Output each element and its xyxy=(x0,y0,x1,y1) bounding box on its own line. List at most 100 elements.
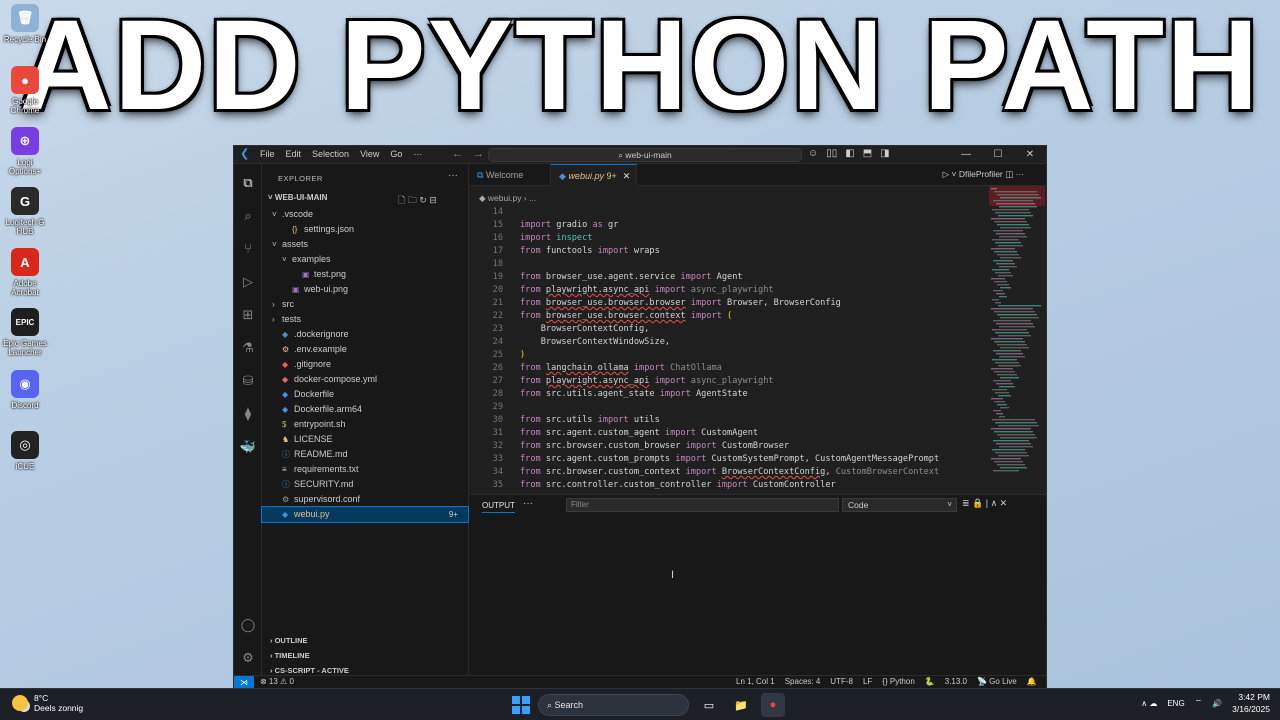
status-item[interactable]: 🐍 xyxy=(925,677,935,686)
status-item[interactable]: 3.13.0 xyxy=(945,677,967,686)
status-item[interactable]: 🔔 xyxy=(1027,677,1037,686)
toggle-sidebar-icon[interactable]: ◧ xyxy=(845,148,854,159)
file-tree-item[interactable]: ˅ examples xyxy=(262,252,468,267)
volume-icon[interactable]: 🔊 xyxy=(1212,699,1222,708)
menu-item[interactable]: View xyxy=(360,149,379,159)
file-tree-item[interactable]: ♞ LICENSE xyxy=(262,432,468,447)
file-tree-item[interactable]: › tests xyxy=(262,312,468,327)
desktop-icon[interactable]: ● Google Chrome xyxy=(2,66,48,115)
code-view[interactable]: 14 15 import gradio as gr 16 import inspect 1… xyxy=(469,206,989,492)
back-arrow-icon[interactable]: ← xyxy=(452,148,463,160)
testing-icon[interactable]: ⚗ xyxy=(239,339,257,357)
explorer-more-icon[interactable]: ··· xyxy=(448,170,458,181)
menu-item[interactable]: Selection xyxy=(312,149,349,159)
tab-welcome[interactable]: ⧉ Welcome xyxy=(469,164,551,186)
file-tree-item[interactable]: ▣ web-ui.png xyxy=(262,282,468,297)
desktop-icon[interactable]: ⊕ Logi Options+ xyxy=(2,127,48,176)
layers-icon[interactable]: ⧫ xyxy=(239,405,257,423)
clock[interactable]: 3:42 PM 3/16/2025 xyxy=(1232,691,1270,715)
account-icon[interactable]: ◯ xyxy=(239,616,257,634)
file-tree-item[interactable]: ◆ .gitignore xyxy=(262,357,468,372)
menu-item[interactable]: Go xyxy=(390,149,402,159)
tab-output[interactable]: OUTPUT xyxy=(482,501,515,513)
taskbar-search[interactable]: ⌕ Search xyxy=(538,694,689,716)
panel-toolbar[interactable]: ≣ 🔒 | ∧ ✕ xyxy=(962,498,1007,509)
file-tree-item[interactable]: ◆ .dockerignore xyxy=(262,327,468,342)
status-item[interactable]: Ln 1, Col 1 xyxy=(736,677,775,686)
panel-more-icon[interactable]: ··· xyxy=(523,498,533,509)
weather-widget[interactable]: 8°C Deels zonnig xyxy=(12,693,83,713)
start-button[interactable] xyxy=(512,696,530,714)
layout-icon[interactable]: ▯▯ xyxy=(826,148,837,159)
chrome-icon[interactable]: ● xyxy=(761,693,785,717)
settings-gear-icon[interactable]: ⚙ xyxy=(239,649,257,667)
sidebar-section[interactable]: › TIMELINE xyxy=(262,648,468,663)
desktop-icon[interactable]: 🗑 Recycle Bin xyxy=(2,4,48,44)
file-tree-item[interactable]: ◆ Dockerfile xyxy=(262,387,468,402)
status-item[interactable]: LF xyxy=(863,677,872,686)
tab-actions[interactable]: ▷ ˅ DfileProfiler ◫ ··· xyxy=(943,169,1024,180)
toggle-panel-icon[interactable]: ⬒ xyxy=(863,148,872,159)
file-tree-item[interactable]: ⓘ SECURITY.md xyxy=(262,477,468,492)
file-type-icon: ◆ xyxy=(282,510,289,519)
sidebar-section[interactable]: › OUTLINE xyxy=(262,633,468,648)
file-tree-item[interactable]: ⚙ .env.example xyxy=(262,342,468,357)
run-debug-icon[interactable]: ▷ xyxy=(239,273,257,291)
file-tree-item[interactable]: ◆ docker-compose.yml xyxy=(262,372,468,387)
minimap-line xyxy=(994,191,1037,193)
explorer-icon[interactable]: ⧉ xyxy=(239,174,257,192)
breadcrumb[interactable]: ◆ webui.py › ... xyxy=(479,193,536,204)
file-tree-item[interactable]: ≡ requirements.txt xyxy=(262,462,468,477)
window-controls: — ☐ ✕ xyxy=(950,146,1046,164)
file-tree-item[interactable]: ˅ assets xyxy=(262,237,468,252)
desktop-icon[interactable]: EPIC Epic Games Launcher xyxy=(2,308,48,357)
command-center[interactable]: ⌕ web-ui-main xyxy=(488,148,802,162)
file-tree-item[interactable]: ◆ webui.py 9+ xyxy=(261,506,469,523)
status-item[interactable]: UTF-8 xyxy=(830,677,853,686)
problems-count[interactable]: ⊗ 13 ⚠ 0 xyxy=(260,677,294,686)
task-view-icon[interactable]: ▭ xyxy=(697,693,721,717)
minimap[interactable] xyxy=(989,186,1045,490)
tab-webui-py[interactable]: ◆ webui.py 9+ ✕ xyxy=(551,164,637,186)
file-tree-item[interactable]: {} settings.json xyxy=(262,222,468,237)
line-number: 33 xyxy=(492,454,503,464)
maximize-button[interactable]: ☐ xyxy=(982,146,1014,164)
desktop-icon[interactable]: ◉ Discord xyxy=(2,370,48,410)
source-control-icon[interactable]: ⑂ xyxy=(239,240,257,258)
extensions-icon[interactable]: ⊞ xyxy=(239,306,257,324)
status-item[interactable]: {} Python xyxy=(882,677,914,686)
output-filter-input[interactable]: Filter xyxy=(566,498,839,512)
search-icon[interactable]: ⌕ xyxy=(239,207,257,225)
network-icon[interactable]: ⌔ xyxy=(1195,698,1203,708)
file-tree-item[interactable]: ⓘ README.md xyxy=(262,447,468,462)
database-icon[interactable]: ⛁ xyxy=(239,372,257,390)
menu-item[interactable]: File xyxy=(260,149,275,159)
minimap-line xyxy=(996,233,1025,235)
file-explorer-icon[interactable]: 📁 xyxy=(729,693,753,717)
desktop-icon[interactable]: A Adobe Acrobat xyxy=(2,248,48,297)
file-tree-item[interactable]: ◆ Dockerfile.arm64 xyxy=(262,402,468,417)
docker-icon[interactable]: 🐳 xyxy=(239,438,257,456)
menu-item[interactable]: ··· xyxy=(413,149,422,159)
file-tree-item[interactable]: $ entrypoint.sh xyxy=(262,417,468,432)
forward-arrow-icon[interactable]: → xyxy=(473,148,484,160)
menu-item[interactable]: Edit xyxy=(286,149,302,159)
close-button[interactable]: ✕ xyxy=(1014,146,1046,164)
desktop-icon[interactable]: G Logitech G HUB xyxy=(2,187,48,236)
toggle-secondary-icon[interactable]: ◨ xyxy=(880,148,889,159)
minimap-line xyxy=(996,353,1023,355)
close-icon[interactable]: ✕ xyxy=(623,171,631,181)
minimize-button[interactable]: — xyxy=(950,146,982,164)
status-item[interactable]: 📡 Go Live xyxy=(977,677,1017,686)
input-language[interactable]: ENG xyxy=(1167,699,1184,708)
tray-icons[interactable]: ∧ ☁ xyxy=(1141,699,1157,708)
file-tree-item[interactable]: ˅ .vscode xyxy=(262,207,468,222)
copilot-icon[interactable]: ☺ xyxy=(808,148,818,159)
file-tree-item[interactable]: ⚙ supervisord.conf xyxy=(262,492,468,507)
desktop-icon[interactable]: ◎ iCUE xyxy=(2,431,48,471)
status-item[interactable]: Spaces: 4 xyxy=(785,677,821,686)
minimap-line xyxy=(995,392,1009,394)
file-tree-item[interactable]: › src xyxy=(262,297,468,312)
output-channel-select[interactable]: Code ˅ xyxy=(842,498,957,512)
file-tree-item[interactable]: ▣ test.png xyxy=(262,267,468,282)
